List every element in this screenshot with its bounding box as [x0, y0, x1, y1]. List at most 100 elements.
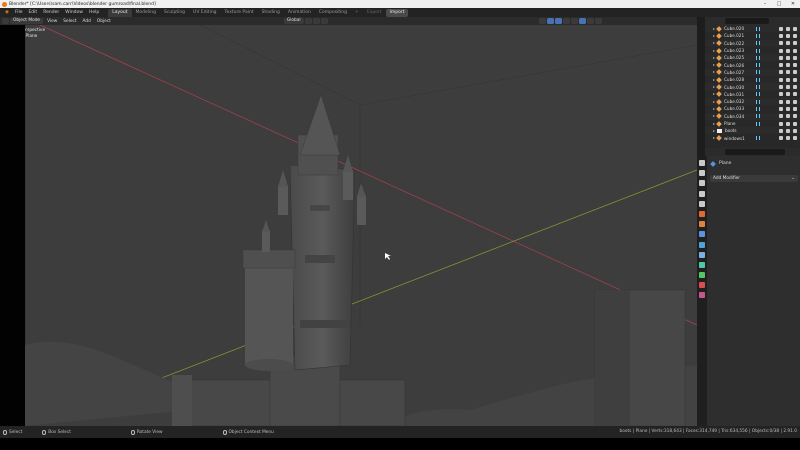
- workspace-tab-sculpting[interactable]: Sculpting: [160, 9, 189, 17]
- expand-triangle-icon[interactable]: [713, 56, 715, 59]
- menu-select[interactable]: Select: [60, 19, 79, 24]
- menu-view[interactable]: View: [44, 19, 60, 24]
- camera-icon[interactable]: [793, 41, 797, 46]
- eye-icon[interactable]: [786, 92, 790, 97]
- select-arrow-icon[interactable]: [779, 136, 783, 141]
- menu-edit[interactable]: Edit: [25, 8, 40, 17]
- overlay-icon[interactable]: [554, 18, 562, 24]
- camera-icon[interactable]: [793, 33, 797, 38]
- camera-icon[interactable]: [793, 92, 797, 97]
- expand-triangle-icon[interactable]: [713, 71, 715, 74]
- camera-icon[interactable]: [793, 85, 797, 90]
- shading-solid-icon[interactable]: [578, 18, 586, 24]
- outliner-item[interactable]: Cube.023: [705, 47, 800, 54]
- select-arrow-icon[interactable]: [779, 33, 783, 38]
- outliner-item[interactable]: Cube.020: [705, 25, 800, 33]
- add-workspace-button[interactable]: +: [351, 9, 363, 17]
- menu-window[interactable]: Window: [62, 8, 86, 17]
- editor-type-icon[interactable]: [2, 18, 9, 24]
- select-arrow-icon[interactable]: [779, 70, 783, 75]
- select-arrow-icon[interactable]: [779, 48, 783, 53]
- outliner-search-input[interactable]: [725, 18, 769, 24]
- eye-icon[interactable]: [786, 85, 790, 90]
- gizmo-icon[interactable]: [546, 18, 554, 24]
- pivot-icon[interactable]: [304, 18, 312, 24]
- view-layer-tab-icon[interactable]: [699, 190, 705, 197]
- menu-render[interactable]: Render: [40, 8, 62, 17]
- output-tab-icon[interactable]: [699, 180, 705, 187]
- visibility-icon[interactable]: [538, 18, 546, 24]
- workspace-tab-uv-editing[interactable]: UV Editing: [189, 9, 220, 17]
- outliner-item[interactable]: Cube.021: [705, 32, 800, 39]
- camera-icon[interactable]: [793, 63, 797, 68]
- eye-icon[interactable]: [786, 70, 790, 75]
- eye-icon[interactable]: [786, 128, 790, 133]
- outliner-item[interactable]: Cube.022: [705, 39, 800, 47]
- camera-icon[interactable]: [793, 114, 797, 119]
- data-tab-icon[interactable]: [699, 272, 705, 279]
- menu-file[interactable]: File: [12, 8, 26, 17]
- select-arrow-icon[interactable]: [779, 77, 783, 82]
- outliner-item[interactable]: Plane: [705, 120, 800, 127]
- expand-triangle-icon[interactable]: [713, 107, 715, 110]
- outliner-item[interactable]: Cube.031: [705, 91, 800, 98]
- select-arrow-icon[interactable]: [779, 92, 783, 97]
- outliner-item[interactable]: windows1: [705, 134, 800, 141]
- 3d-viewport[interactable]: Camera Perspective (2) boots | Plane: [0, 25, 697, 426]
- workspace-tab-modeling[interactable]: Modeling: [132, 9, 160, 17]
- particles-tab-icon[interactable]: [699, 241, 705, 248]
- object-tab-icon[interactable]: [699, 221, 705, 228]
- eye-icon[interactable]: [786, 55, 790, 60]
- outliner-item[interactable]: Cube.028: [705, 76, 800, 83]
- camera-icon[interactable]: [793, 70, 797, 75]
- expand-triangle-icon[interactable]: [713, 100, 715, 103]
- eye-icon[interactable]: [786, 136, 790, 141]
- select-arrow-icon[interactable]: [779, 121, 783, 126]
- outliner[interactable]: Cube.020 Cube.021 Cube.022 Cube.023 Cube.025…: [705, 25, 800, 148]
- eye-icon[interactable]: [786, 114, 790, 119]
- workspace-tab-shading[interactable]: Shading: [258, 9, 284, 17]
- mode-dropdown[interactable]: Object Mode: [10, 18, 44, 24]
- material-tab-icon[interactable]: [699, 282, 705, 289]
- outliner-item[interactable]: Cube.030: [705, 83, 800, 91]
- workspace-tab-layout[interactable]: Layout: [108, 9, 132, 17]
- menu-add[interactable]: Add: [80, 19, 94, 24]
- outliner-item[interactable]: Cube.026: [705, 61, 800, 68]
- outliner-item[interactable]: boots: [705, 127, 800, 135]
- render-tab-icon[interactable]: [699, 170, 705, 177]
- proportional-edit-icon[interactable]: [320, 18, 328, 24]
- workspace-tab-animation[interactable]: Animation: [284, 9, 315, 17]
- outliner-item[interactable]: Cube.032: [705, 97, 800, 106]
- select-arrow-icon[interactable]: [779, 128, 783, 133]
- camera-icon[interactable]: [793, 77, 797, 82]
- expand-triangle-icon[interactable]: [713, 78, 715, 81]
- expand-triangle-icon[interactable]: [713, 64, 715, 67]
- camera-icon[interactable]: [793, 121, 797, 126]
- workspace-tab-export[interactable]: Export: [363, 9, 386, 17]
- eye-icon[interactable]: [786, 41, 790, 46]
- shading-rendered-icon[interactable]: [594, 18, 602, 24]
- modifier-tab-icon[interactable]: [699, 231, 705, 238]
- select-arrow-icon[interactable]: [779, 26, 783, 31]
- eye-icon[interactable]: [786, 63, 790, 68]
- select-arrow-icon[interactable]: [779, 106, 783, 111]
- camera-icon[interactable]: [793, 55, 797, 60]
- eye-icon[interactable]: [786, 121, 790, 126]
- expand-triangle-icon[interactable]: [713, 137, 715, 140]
- eye-icon[interactable]: [786, 99, 790, 104]
- select-arrow-icon[interactable]: [779, 63, 783, 68]
- expand-triangle-icon[interactable]: [713, 129, 715, 132]
- xray-icon[interactable]: [562, 18, 570, 24]
- eye-icon[interactable]: [786, 33, 790, 38]
- add-modifier-button[interactable]: Add Modifier ⌄: [710, 175, 798, 182]
- expand-triangle-icon[interactable]: [713, 34, 715, 37]
- texture-tab-icon[interactable]: [699, 292, 705, 299]
- workspace-tab-import[interactable]: Import: [385, 9, 409, 17]
- workspace-tab-texture-paint[interactable]: Texture Paint: [221, 9, 258, 17]
- outliner-item[interactable]: Cube.033: [705, 105, 800, 112]
- shading-wireframe-icon[interactable]: [570, 18, 578, 24]
- world-tab-icon[interactable]: [699, 210, 705, 217]
- camera-icon[interactable]: [793, 99, 797, 104]
- eye-icon[interactable]: [786, 106, 790, 111]
- menu-object[interactable]: Object: [94, 19, 114, 24]
